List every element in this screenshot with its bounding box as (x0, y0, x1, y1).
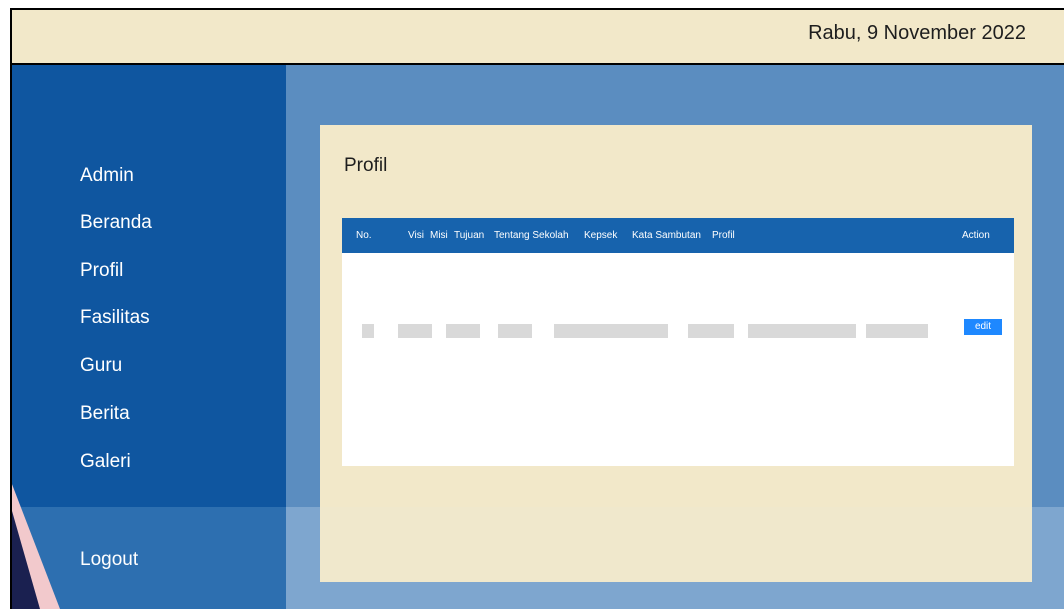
main-content: Profil No. Visi Misi Tujuan Tentang Seko… (286, 65, 1064, 609)
card-footer-band (320, 507, 1032, 582)
app-frame: Rabu, 9 November 2022 Admin Beranda Prof… (10, 8, 1064, 609)
frame-left-border (10, 8, 12, 609)
top-header: Rabu, 9 November 2022 (10, 8, 1064, 65)
cell-placeholder-kepsek (688, 324, 734, 338)
column-header-visi: Visi (408, 230, 424, 241)
cell-placeholder-profil (866, 324, 928, 338)
frame-top-border (10, 8, 1064, 10)
cell-placeholder-misi (446, 324, 480, 338)
cell-placeholder-tentang-sekolah (554, 324, 668, 338)
sidebar-item-profil[interactable]: Profil (80, 260, 123, 282)
table-header: No. Visi Misi Tujuan Tentang Sekolah Kep… (342, 218, 1014, 253)
edit-button[interactable]: edit (964, 319, 1002, 335)
column-header-no: No. (356, 230, 372, 241)
sidebar-item-fasilitas[interactable]: Fasilitas (80, 307, 150, 329)
column-header-tujuan: Tujuan (454, 230, 485, 241)
page-title: Profil (344, 155, 388, 176)
cell-placeholder-kata-sambutan (748, 324, 856, 338)
profil-card: Profil No. Visi Misi Tujuan Tentang Seko… (320, 125, 1032, 582)
cell-placeholder-no (362, 324, 374, 338)
profil-table: No. Visi Misi Tujuan Tentang Sekolah Kep… (342, 218, 1014, 466)
sidebar-item-guru[interactable]: Guru (80, 355, 122, 377)
corner-decoration (10, 479, 60, 609)
sidebar-item-admin[interactable]: Admin (80, 165, 134, 187)
column-header-profil: Profil (712, 230, 735, 241)
column-header-misi: Misi (430, 230, 448, 241)
sidebar-item-beranda[interactable]: Beranda (80, 212, 152, 234)
sidebar-item-berita[interactable]: Berita (80, 403, 130, 425)
column-header-action: Action (962, 230, 990, 241)
column-header-kata-sambutan: Kata Sambutan (632, 230, 701, 241)
column-header-kepsek: Kepsek (584, 230, 618, 241)
column-header-tentang-sekolah: Tentang Sekolah (494, 230, 569, 241)
current-date: Rabu, 9 November 2022 (808, 22, 1026, 44)
cell-placeholder-tujuan (498, 324, 532, 338)
cell-placeholder-visi (398, 324, 432, 338)
